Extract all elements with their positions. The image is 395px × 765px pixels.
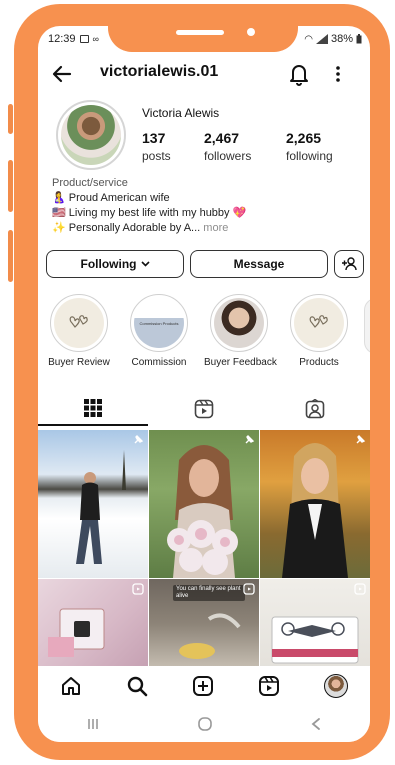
chevron-down-icon bbox=[140, 261, 150, 267]
create-post-icon[interactable] bbox=[192, 675, 214, 697]
gallery-icon bbox=[79, 35, 89, 43]
reels-nav-icon[interactable] bbox=[258, 675, 280, 697]
stat-label: posts bbox=[142, 149, 171, 163]
highlight-commission[interactable]: Commission Products Commission bbox=[124, 294, 194, 368]
add-person-icon bbox=[342, 257, 357, 271]
home-circle-icon[interactable] bbox=[197, 716, 213, 732]
profile-nav-avatar[interactable] bbox=[324, 674, 348, 698]
post-thumbnail[interactable] bbox=[38, 579, 148, 669]
status-time: 12:39 bbox=[48, 33, 76, 45]
stat-label: following bbox=[286, 149, 333, 163]
post-thumbnail[interactable] bbox=[260, 430, 370, 578]
message-button[interactable]: Message bbox=[190, 250, 328, 278]
profile-avatar[interactable] bbox=[56, 100, 126, 170]
avatar-photo bbox=[61, 105, 121, 165]
flowers-portrait-photo bbox=[167, 445, 238, 578]
bio-line: 🤱 Proud American wife bbox=[52, 192, 170, 204]
highlight-products[interactable]: Products bbox=[284, 294, 354, 368]
app-screen: 12:39 ∞ ◠ 38% victorialewis.01 Victoria … bbox=[38, 26, 370, 742]
commission-thumb-text: Commission Products bbox=[139, 320, 179, 326]
signal-icon bbox=[315, 34, 328, 44]
post-thumbnail[interactable] bbox=[149, 430, 259, 578]
posts-grid: You can finally see plant alive bbox=[38, 430, 370, 669]
search-icon[interactable] bbox=[126, 675, 148, 697]
highlight-buyer-feedback[interactable]: Buyer Feedback bbox=[204, 294, 277, 368]
add-person-button[interactable] bbox=[334, 250, 364, 278]
recent-apps-icon[interactable] bbox=[86, 717, 100, 731]
post-thumbnail[interactable] bbox=[38, 430, 148, 578]
following-label: Following bbox=[80, 257, 137, 271]
following-button[interactable]: Following bbox=[46, 250, 184, 278]
stat-value: 2,467 bbox=[204, 130, 240, 146]
power-button bbox=[8, 230, 13, 282]
profile-username: victorialewis.01 bbox=[100, 63, 219, 80]
bottom-navigation bbox=[38, 666, 370, 706]
back-chevron-icon[interactable] bbox=[310, 717, 322, 731]
highlight-label: Commission bbox=[131, 357, 187, 368]
profile-full-name: Victoria Alewis bbox=[142, 106, 220, 120]
pinned-post-icon bbox=[356, 435, 366, 444]
highlight-buyer-review[interactable]: Buyer Review bbox=[44, 294, 114, 368]
hearts-icon bbox=[69, 315, 88, 328]
reel-post-icon bbox=[354, 583, 366, 595]
pinned-post-icon bbox=[134, 435, 144, 444]
post-thumbnail[interactable] bbox=[260, 579, 370, 669]
bio-line: 🇺🇸 Living my best life with my hubby 💖 bbox=[52, 207, 247, 219]
stat-label: followers bbox=[204, 149, 252, 163]
stat-followers[interactable]: 2,467 followers bbox=[204, 130, 251, 163]
autumn-portrait-photo bbox=[282, 443, 348, 578]
stat-following[interactable]: 2,265 following bbox=[286, 130, 333, 163]
highlight-label: Products bbox=[299, 357, 339, 368]
volume-down-button bbox=[8, 160, 13, 212]
tagged-person-icon bbox=[305, 399, 325, 419]
wifi-icon: ◠ bbox=[304, 33, 313, 45]
system-navigation-bar bbox=[38, 706, 370, 742]
message-label: Message bbox=[233, 257, 285, 271]
home-icon[interactable] bbox=[60, 675, 82, 697]
phone-notch bbox=[108, 16, 298, 52]
profile-bio: Product/service 🤱 Proud American wife 🇺🇸… bbox=[52, 176, 246, 236]
more-options-icon[interactable] bbox=[332, 62, 344, 86]
stat-value: 2,265 bbox=[286, 130, 322, 146]
stage: 12:39 ∞ ◠ 38% victorialewis.01 Victoria … bbox=[0, 0, 395, 765]
stat-posts[interactable]: 137 posts bbox=[142, 130, 171, 163]
bio-more-link[interactable]: more bbox=[203, 222, 228, 234]
tab-reels[interactable] bbox=[149, 392, 259, 426]
profile-tabs bbox=[38, 392, 370, 426]
reel-post-icon bbox=[132, 583, 144, 595]
tab-posts-grid[interactable] bbox=[38, 392, 148, 426]
reels-icon bbox=[194, 399, 214, 419]
bio-category: Product/service bbox=[52, 177, 128, 189]
battery-text: 38% bbox=[330, 33, 353, 45]
profile-header: victorialewis.01 bbox=[38, 60, 370, 88]
highlight-label: Buyer Feedback bbox=[204, 357, 277, 368]
post-caption-overlay: You can finally see plant alive bbox=[173, 585, 245, 601]
hearts-icon bbox=[309, 315, 328, 328]
battery-icon bbox=[356, 34, 362, 44]
person-snow-photo bbox=[76, 450, 126, 564]
stat-value: 137 bbox=[142, 130, 166, 146]
bio-line: ✨ Personally Adorable by A... bbox=[52, 222, 201, 234]
pinned-post-icon bbox=[245, 435, 255, 444]
post-thumbnail[interactable]: You can finally see plant alive bbox=[149, 579, 259, 669]
grid-icon bbox=[84, 399, 102, 417]
notification-bell-icon[interactable] bbox=[288, 62, 310, 86]
reel-post-icon bbox=[243, 583, 255, 595]
tab-tagged[interactable] bbox=[260, 392, 370, 426]
volume-up-button bbox=[8, 104, 13, 134]
back-arrow-icon[interactable] bbox=[50, 62, 74, 86]
voicemail-icon: ∞ bbox=[92, 34, 99, 44]
bio-line-with-more: ✨ Personally Adorable by A... more bbox=[52, 221, 246, 236]
highlight-overflow bbox=[364, 298, 370, 354]
highlight-label: Buyer Review bbox=[48, 357, 110, 368]
